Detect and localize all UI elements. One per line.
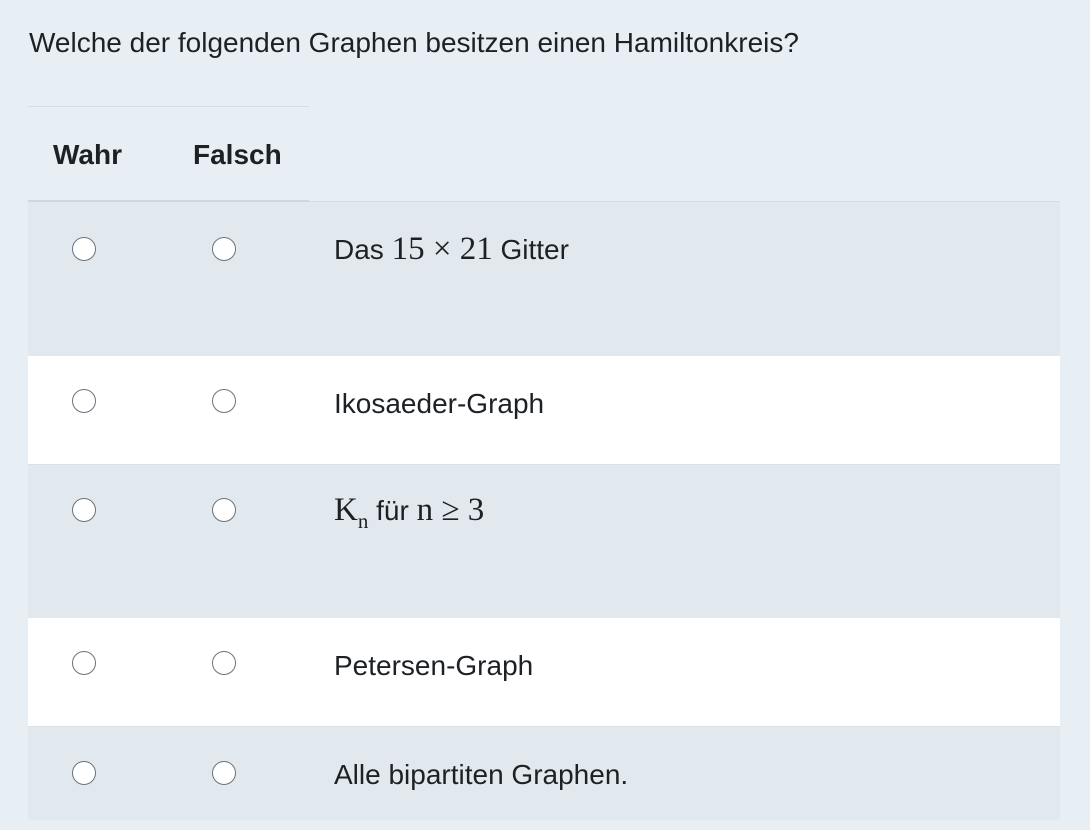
statement-math-grid: 15 × 21 <box>391 231 493 267</box>
column-header-false: Falsch <box>193 139 282 170</box>
radio-false-petersen[interactable] <box>212 651 236 675</box>
statement-label-bipartite: Alle bipartiten Graphen. <box>334 759 629 790</box>
radio-true-petersen[interactable] <box>72 651 96 675</box>
radio-false-bipartite[interactable] <box>212 761 236 785</box>
statement-row-icosahedron: Ikosaeder-Graph <box>28 356 1060 464</box>
statement-row-bipartite: Alle bipartiten Graphen. <box>28 726 1060 820</box>
table-header-top-divider <box>28 106 309 107</box>
column-header-true: Wahr <box>53 139 122 170</box>
radio-true-complete-graph[interactable] <box>72 498 96 522</box>
statement-label-grid: Das 15 × 21 Gitter <box>334 231 569 268</box>
statement-row-grid: Das 15 × 21 Gitter <box>28 202 1060 356</box>
radio-false-icosahedron[interactable] <box>212 389 236 413</box>
radio-true-icosahedron[interactable] <box>72 389 96 413</box>
statement-math-rest-complete-graph: n ≥ 3 <box>416 492 485 528</box>
statement-row-petersen: Petersen-Graph <box>28 618 1060 726</box>
math-subscript-n: n <box>357 509 369 533</box>
statement-label-icosahedron: Ikosaeder-Graph <box>334 388 545 419</box>
statement-label-complete-graph: Kn für n ≥ 3 <box>334 492 485 532</box>
statement-mid-complete-graph: für <box>376 495 409 526</box>
statement-suffix-grid: Gitter <box>500 234 569 265</box>
statement-prefix-grid: Das <box>334 234 384 265</box>
math-k: K <box>334 492 358 528</box>
statement-math-base-complete-graph: Kn <box>334 492 368 532</box>
statement-row-complete-graph: Kn für n ≥ 3 <box>28 464 1060 618</box>
radio-true-bipartite[interactable] <box>72 761 96 785</box>
statement-label-petersen: Petersen-Graph <box>334 650 534 681</box>
radio-false-complete-graph[interactable] <box>212 498 236 522</box>
radio-false-grid[interactable] <box>212 237 236 261</box>
question-text: Welche der folgenden Graphen besitzen ei… <box>29 27 799 58</box>
radio-true-grid[interactable] <box>72 237 96 261</box>
